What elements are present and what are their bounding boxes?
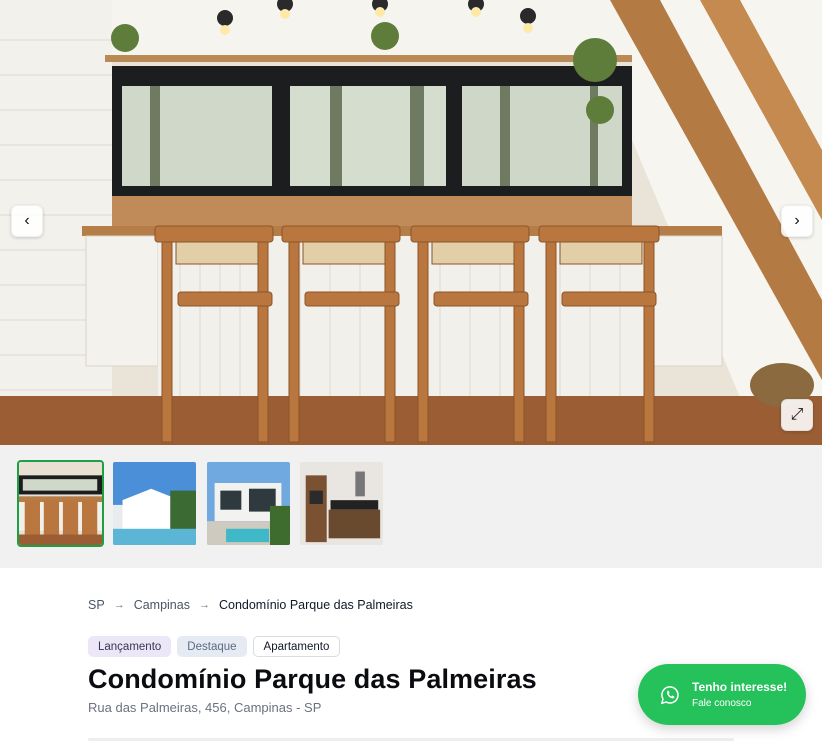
arrow-right-icon: → (113, 599, 125, 611)
breadcrumb: SP → Campinas → Condomínio Parque das Pa… (88, 598, 413, 612)
pool-thumbnail-image (113, 462, 196, 545)
badge-launch: Lançamento (88, 636, 172, 657)
expand-icon: ⤢ (790, 406, 804, 423)
interest-contact-button[interactable]: Tenho interesse! Fale conosco (638, 664, 806, 725)
badge-list: Lançamento Destaque Apartamento (88, 636, 341, 657)
breadcrumb-current: Condomínio Parque das Palmeiras (218, 598, 413, 612)
chevron-left-icon: ‹ (24, 212, 30, 229)
thumbnail-1[interactable] (17, 460, 104, 547)
thumbnail-3[interactable] (205, 460, 292, 547)
dark-kitchen-thumbnail-image (300, 462, 383, 545)
badge-property-type: Apartamento (252, 636, 341, 657)
arrow-right-icon: → (198, 599, 210, 611)
next-image-button[interactable]: › (781, 205, 813, 237)
previous-image-button[interactable]: ‹ (11, 205, 43, 237)
cta-subtitle: Fale conosco (692, 698, 752, 709)
property-address: Rua das Palmeiras, 456, Campinas - SP (88, 700, 322, 715)
kitchen-photo (0, 0, 822, 445)
thumbnail-2[interactable] (111, 460, 198, 547)
thumbnail-strip (0, 445, 822, 568)
cta-title: Tenho interesse! (692, 680, 788, 694)
breadcrumb-state[interactable]: SP (88, 598, 105, 612)
badge-featured: Destaque (177, 636, 247, 657)
whatsapp-icon (660, 685, 679, 704)
chevron-right-icon: › (794, 212, 800, 229)
house-thumbnail-image (207, 462, 290, 545)
page-title: Condomínio Parque das Palmeiras (88, 664, 537, 694)
fullscreen-button[interactable]: ⤢ (781, 399, 813, 431)
thumbnail-4[interactable] (298, 460, 385, 547)
kitchen-thumbnail-image (19, 462, 102, 545)
breadcrumb-city[interactable]: Campinas (134, 598, 190, 612)
hero-image: ‹ › ⤢ (0, 0, 822, 445)
